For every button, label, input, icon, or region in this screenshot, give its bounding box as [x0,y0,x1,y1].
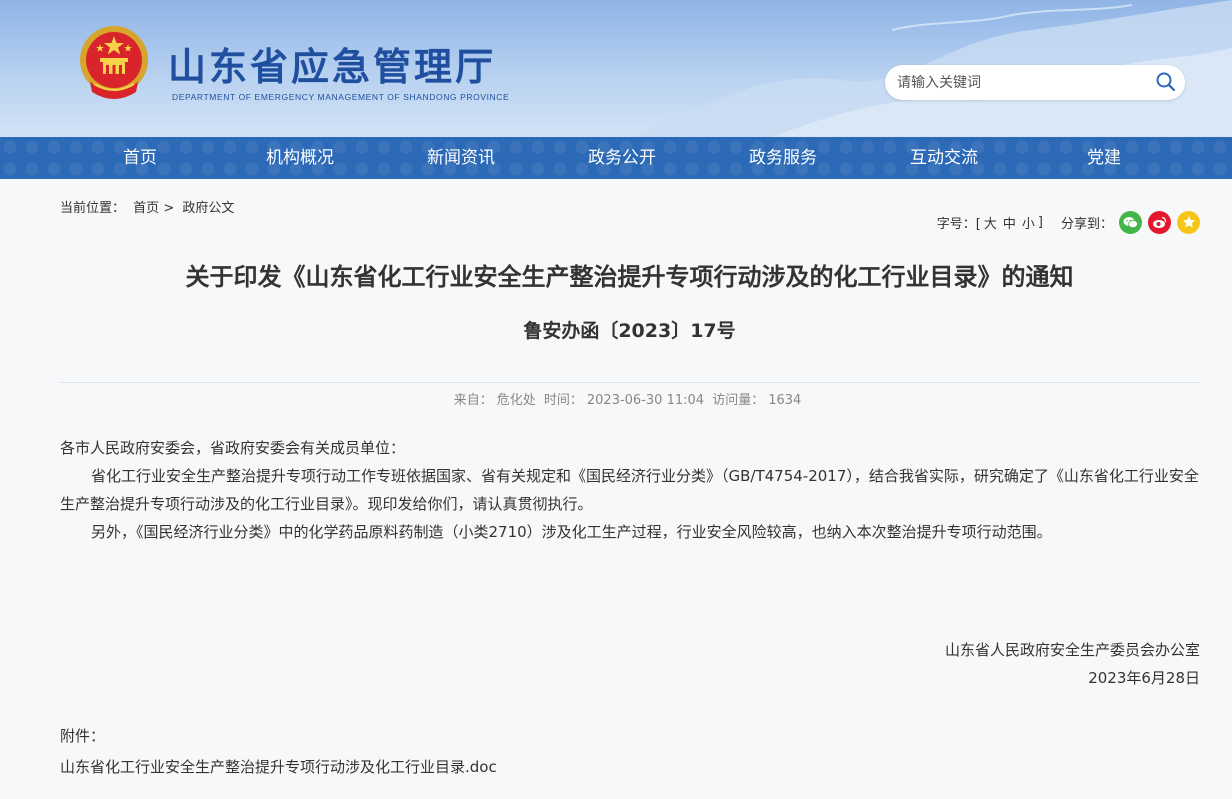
favorite-icon[interactable] [1177,210,1200,234]
document-signature: 山东省人民政府安全生产委员会办公室 2023年6月28日 [945,636,1200,692]
body-paragraph: 另外，《国民经济行业分类》中的化学药品原料药制造（小类2710）涉及化工生产过程… [91,523,1052,541]
signing-date: 2023年6月28日 [1088,669,1200,687]
search-input[interactable] [897,73,1147,93]
main-nav: 首页 机构概况 新闻资讯 政务公开 政务服务 互动交流 党建 [0,137,1232,179]
wechat-icon[interactable] [1119,210,1142,234]
signer-name: 山东省人民政府安全生产委员会办公室 [944,641,1200,659]
document-meta: 来自： 危化处 时间： 2023-06-30 11:04 访问量： 1634 [0,389,1232,408]
weibo-icon[interactable] [1148,210,1171,234]
breadcrumb: 当前位置： 首页 > 政府公文 [60,197,234,216]
meta-views: 1634 [768,393,802,408]
breadcrumb-home-link[interactable]: 首页 [133,201,159,216]
meta-source-label: 来自： [453,393,493,408]
attachment-label: 附件： [60,727,106,745]
site-title[interactable]: 山东省应急管理厅 [168,36,496,91]
nav-item-interaction[interactable]: 互动交流 [884,137,1004,179]
salutation: 各市人民政府安委会，省政府安委会有关成员单位： [60,439,406,457]
font-size-medium-button[interactable]: 中 [1003,213,1016,232]
nav-item-home[interactable]: 首页 [80,137,200,179]
meta-views-label: 访问量： [712,393,765,408]
nav-item-public-affairs[interactable]: 政务公开 [562,137,682,179]
breadcrumb-current-link[interactable]: 政府公文 [182,201,234,216]
font-size-end: ] [1037,214,1043,230]
meta-time-label: 时间： [543,393,583,408]
breadcrumb-prefix: 当前位置： [60,201,126,216]
national-emblem-icon [80,26,148,99]
article-content: 当前位置： 首页 > 政府公文 字号：[ 大 中 小 ] 分享到： 关于印发《山… [0,179,1232,799]
meta-time: 2023-06-30 11:04 [586,393,705,408]
document-title: 关于印发《山东省化工行业安全生产整治提升专项行动涉及的化工行业目录》的通知 [185,263,1074,291]
font-size-large-button[interactable]: 大 [984,213,997,232]
site-header: 山东省应急管理厅 DEPARTMENT OF EMERGENCY MANAGEM… [0,0,1232,137]
nav-item-services[interactable]: 政务服务 [723,137,843,179]
font-size-small-button[interactable]: 小 [1022,213,1035,232]
share-label: 分享到： [1060,216,1113,232]
attachment-link[interactable]: 山东省化工行业安全生产整治提升专项行动涉及化工行业目录.doc [60,756,497,777]
search-box [885,65,1185,100]
nav-item-party[interactable]: 党建 [1044,137,1164,179]
nav-item-about[interactable]: 机构概况 [240,137,360,179]
breadcrumb-separator: > [163,201,175,216]
site-subtitle: DEPARTMENT OF EMERGENCY MANAGEMENT OF SH… [172,92,510,102]
search-icon[interactable] [1155,71,1177,93]
title-divider [60,382,1200,383]
document-number: 鲁安办函〔2023〕17号 [523,320,736,342]
nav-item-news[interactable]: 新闻资讯 [401,137,521,179]
meta-source: 危化处 [496,393,536,408]
body-paragraph: 省化工行业安全生产整治提升专项行动工作专班依据国家、省有关规定和《国民经济行业分… [60,467,1199,513]
article-tools: 字号：[ 大 中 小 ] 分享到： [937,209,1200,235]
document-body: 各市人民政府安委会，省政府安委会有关成员单位： 省化工行业安全生产整治提升专项行… [60,434,1200,546]
font-size-label: 字号：[ [936,216,981,232]
